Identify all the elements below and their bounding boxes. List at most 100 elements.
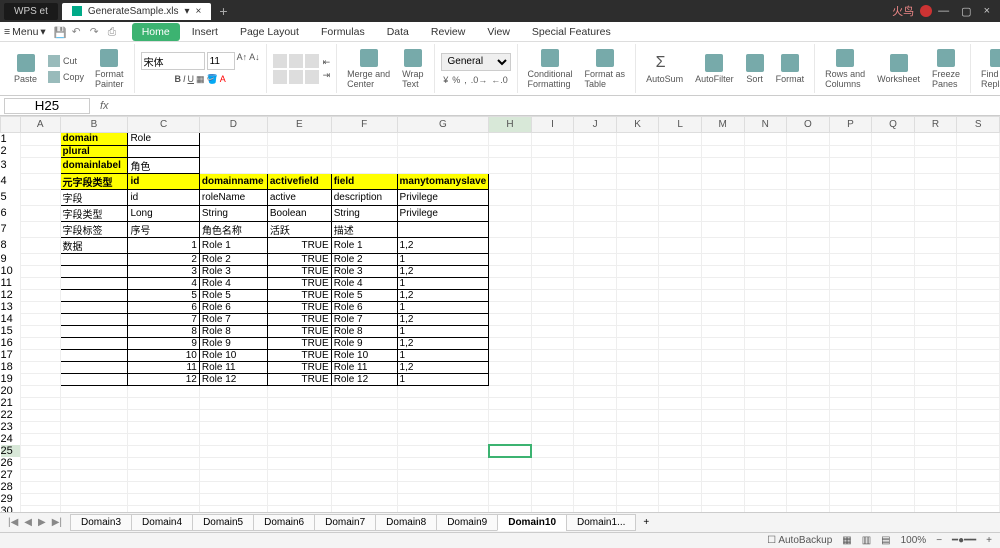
cell[interactable]: Boolean	[267, 205, 331, 221]
cell[interactable]	[701, 385, 744, 397]
cell[interactable]	[20, 313, 60, 325]
cell[interactable]	[914, 337, 957, 349]
cell[interactable]: plural	[60, 145, 128, 157]
cell[interactable]	[60, 397, 128, 409]
cell[interactable]	[616, 361, 659, 373]
cell[interactable]	[957, 373, 1000, 385]
cell[interactable]	[128, 433, 199, 445]
cell[interactable]	[616, 325, 659, 337]
zoom-slider[interactable]: ━●━━	[952, 535, 976, 546]
cell[interactable]	[574, 157, 617, 173]
column-header[interactable]: I	[531, 117, 574, 133]
cell[interactable]	[701, 433, 744, 445]
cell[interactable]	[872, 205, 915, 221]
cell[interactable]	[744, 409, 787, 421]
cell[interactable]	[659, 421, 702, 433]
cell[interactable]	[744, 421, 787, 433]
cell[interactable]	[914, 313, 957, 325]
cell[interactable]	[744, 145, 787, 157]
cell[interactable]	[744, 337, 787, 349]
cell[interactable]: 12	[128, 373, 199, 385]
cell[interactable]	[574, 457, 617, 469]
column-header[interactable]: K	[616, 117, 659, 133]
cell[interactable]	[787, 205, 830, 221]
cell[interactable]	[531, 265, 574, 277]
cell[interactable]	[659, 397, 702, 409]
cell[interactable]	[701, 421, 744, 433]
cell[interactable]	[20, 301, 60, 313]
row-header[interactable]: 12	[1, 289, 21, 301]
cell[interactable]: Role 1	[199, 237, 267, 253]
cell[interactable]	[331, 481, 397, 493]
cell[interactable]: activefield	[267, 173, 331, 189]
cell[interactable]	[829, 373, 872, 385]
cell[interactable]: Role 4	[199, 277, 267, 289]
cell[interactable]	[957, 221, 1000, 237]
cell[interactable]	[267, 469, 331, 481]
cell[interactable]	[659, 301, 702, 313]
cell[interactable]: Role 2	[331, 253, 397, 265]
cell[interactable]	[872, 145, 915, 157]
cell[interactable]	[489, 493, 532, 505]
save-icon[interactable]: 💾	[54, 26, 66, 38]
cell[interactable]	[957, 265, 1000, 277]
cell[interactable]	[60, 373, 128, 385]
add-sheet-button[interactable]: +	[635, 517, 657, 528]
cell[interactable]	[957, 349, 1000, 361]
cell[interactable]: id	[128, 173, 199, 189]
cell[interactable]	[957, 145, 1000, 157]
cell[interactable]	[659, 277, 702, 289]
cell[interactable]	[531, 133, 574, 146]
decrease-font-icon[interactable]: A↓	[249, 52, 260, 70]
cell[interactable]: 11	[128, 361, 199, 373]
indent-increase-icon[interactable]: ⇥	[323, 70, 331, 81]
cell[interactable]	[701, 469, 744, 481]
cell[interactable]	[829, 301, 872, 313]
ribbon-tab-page-layout[interactable]: Page Layout	[230, 23, 309, 41]
cell[interactable]	[872, 237, 915, 253]
cell[interactable]	[199, 433, 267, 445]
cell[interactable]	[701, 337, 744, 349]
column-header[interactable]	[1, 117, 21, 133]
row-header[interactable]: 8	[1, 237, 21, 253]
cell[interactable]	[701, 253, 744, 265]
cell[interactable]	[531, 337, 574, 349]
cell[interactable]	[60, 433, 128, 445]
cell[interactable]	[616, 237, 659, 253]
cell[interactable]	[872, 373, 915, 385]
cell[interactable]: Role 8	[331, 325, 397, 337]
cell[interactable]	[574, 313, 617, 325]
cell[interactable]	[574, 253, 617, 265]
cell[interactable]	[744, 361, 787, 373]
sheet-tab[interactable]: Domain10	[497, 514, 567, 531]
cell[interactable]: TRUE	[267, 361, 331, 373]
row-header[interactable]: 29	[1, 493, 21, 505]
cell[interactable]	[914, 189, 957, 205]
cell[interactable]	[267, 157, 331, 173]
cell[interactable]	[616, 301, 659, 313]
cell[interactable]	[20, 397, 60, 409]
cell[interactable]	[574, 189, 617, 205]
cell[interactable]	[829, 265, 872, 277]
cell[interactable]	[957, 445, 1000, 457]
cell[interactable]	[957, 397, 1000, 409]
cell[interactable]	[531, 301, 574, 313]
cell[interactable]	[574, 445, 617, 457]
cell[interactable]	[787, 433, 830, 445]
cell[interactable]	[616, 253, 659, 265]
cell[interactable]	[531, 237, 574, 253]
cell[interactable]	[659, 385, 702, 397]
cell[interactable]	[20, 325, 60, 337]
merge-button[interactable]: Merge and Center	[343, 47, 394, 91]
cell[interactable]	[574, 205, 617, 221]
column-header[interactable]: J	[574, 117, 617, 133]
cell[interactable]	[957, 481, 1000, 493]
cell[interactable]	[616, 373, 659, 385]
cell[interactable]	[489, 265, 532, 277]
cell[interactable]	[914, 289, 957, 301]
cell[interactable]	[787, 493, 830, 505]
cell[interactable]	[267, 409, 331, 421]
cell[interactable]	[659, 253, 702, 265]
menu-toggle[interactable]: ≡ Menu ▾	[4, 26, 46, 38]
cell[interactable]	[829, 445, 872, 457]
